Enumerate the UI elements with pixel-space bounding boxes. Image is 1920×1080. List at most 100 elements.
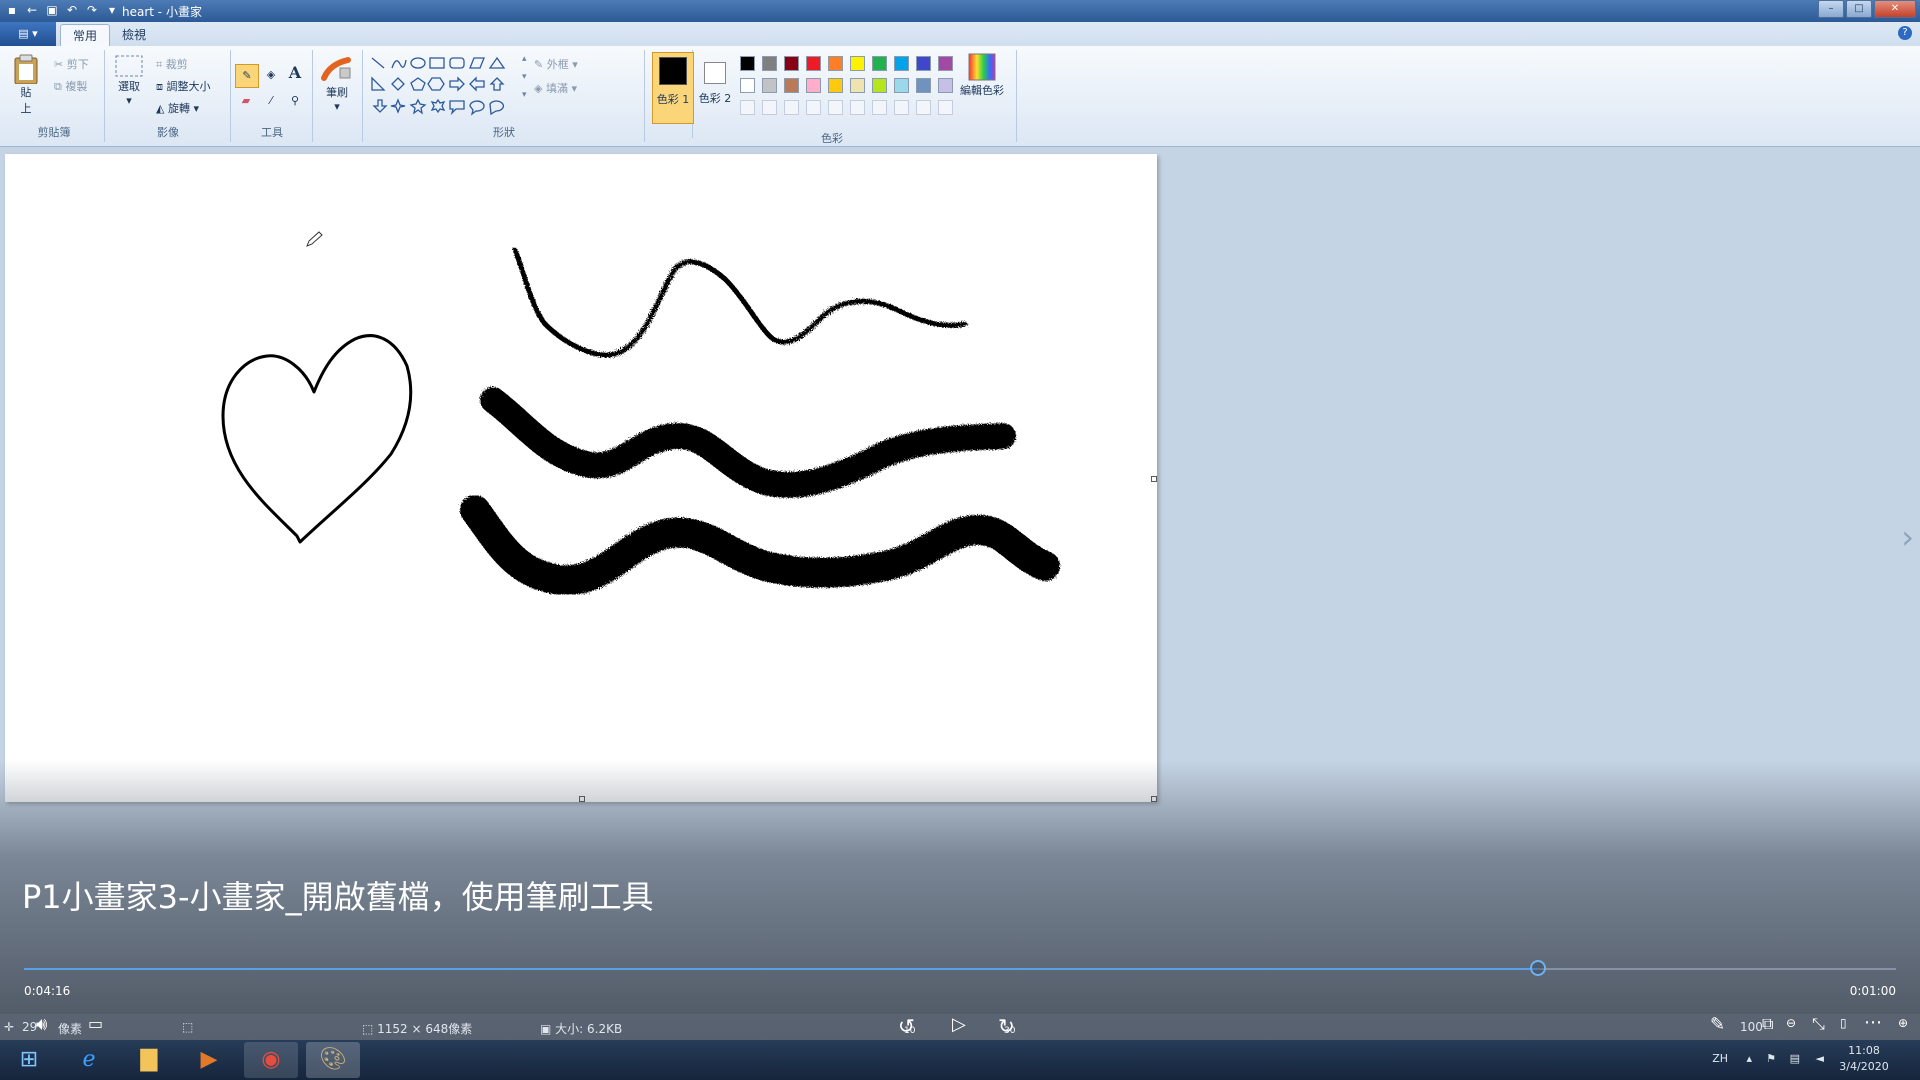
palette-empty-swatch[interactable] (872, 100, 887, 115)
palette-empty-swatch[interactable] (806, 100, 821, 115)
palette-swatch[interactable] (806, 78, 821, 93)
brushes-button[interactable]: 筆刷 ▾ (320, 54, 354, 113)
color-picker-tool-button[interactable]: ⁄ (260, 90, 282, 112)
network-icon[interactable]: ▤ (1790, 1052, 1800, 1065)
file-size: ▣ 大小: 6.2KB (540, 1022, 623, 1036)
palette-empty-swatch[interactable] (916, 100, 931, 115)
resize-handle-right[interactable] (1151, 476, 1157, 482)
tab-view[interactable]: 檢視 (110, 24, 158, 46)
minimize-button[interactable]: – (1818, 0, 1844, 18)
palette-swatch[interactable] (850, 78, 865, 93)
color1-button[interactable]: 色彩 1 (652, 52, 694, 124)
help-icon[interactable]: ? (1898, 26, 1912, 40)
zoom-in-icon[interactable]: ⊕ (1898, 1016, 1908, 1030)
eraser-tool-button[interactable]: ▰ (235, 90, 257, 112)
crop-button[interactable]: ⌗ 裁剪 (156, 56, 188, 72)
rotate-button[interactable]: ◭ 旋轉 ▾ (156, 100, 199, 116)
tray-expand-icon[interactable]: ▴ (1746, 1052, 1752, 1065)
resize-button[interactable]: ⧈ 調整大小 (156, 78, 211, 94)
volume-icon[interactable]: 🔊︎ (36, 1014, 47, 1035)
language-indicator[interactable]: ZH (1712, 1052, 1728, 1065)
taskbar-ie[interactable]: e (62, 1042, 116, 1078)
taskbar-explorer[interactable]: ▇ (122, 1042, 176, 1078)
speaker-icon[interactable]: ◄ (1816, 1052, 1824, 1065)
palette-swatch[interactable] (850, 56, 865, 71)
ribbon: 貼上 ✂ 剪下 ⧉ 複製 剪貼簿 選取 ▾ ⌗ 裁剪 ⧈ 調整大小 ◭ 旋轉 ▾… (0, 46, 1920, 147)
close-button[interactable]: ✕ (1874, 0, 1916, 18)
customize-qat-icon[interactable]: ▾ (104, 2, 120, 18)
palette-swatch[interactable] (762, 78, 777, 93)
start-button[interactable]: ⊞ (2, 1042, 56, 1078)
fill-tool-button[interactable]: ◈ (260, 64, 282, 86)
shapes-gallery[interactable] (370, 56, 522, 118)
pencil-tool-button[interactable]: ✎ (235, 64, 259, 88)
palette-empty-swatch[interactable] (894, 100, 909, 115)
redo-icon[interactable]: ↷ (84, 2, 100, 18)
shapes-scroll-up-icon[interactable]: ▴ (522, 54, 527, 64)
mini-view-icon[interactable]: ⧉ (1762, 1014, 1773, 1034)
tray-date[interactable]: 3/4/2020 (1834, 1060, 1894, 1073)
zoom-out-icon[interactable]: ⊖ (1786, 1016, 1796, 1030)
palette-empty-swatch[interactable] (828, 100, 843, 115)
play-icon[interactable]: ▷ (952, 1014, 966, 1035)
select-button[interactable]: 選取 ▾ (114, 54, 144, 107)
pen-icon[interactable]: ✎ (1710, 1014, 1725, 1035)
palette-swatch[interactable] (784, 78, 799, 93)
palette-empty-swatch[interactable] (938, 100, 953, 115)
palette-swatch[interactable] (828, 78, 843, 93)
undo-icon[interactable]: ↶ (64, 2, 80, 18)
copy-button[interactable]: ⧉ 複製 (54, 78, 87, 94)
palette-swatch[interactable] (828, 56, 843, 71)
action-center-flag-icon[interactable]: ⚑ (1766, 1052, 1776, 1065)
palette-empty-swatch[interactable] (784, 100, 799, 115)
outline-button[interactable]: ✎ 外框 ▾ (534, 56, 578, 72)
drawing-canvas[interactable] (5, 154, 1157, 802)
save-icon[interactable]: ▣ (44, 2, 60, 18)
maximize-button[interactable]: □ (1846, 0, 1872, 18)
palette-empty-swatch[interactable] (850, 100, 865, 115)
palette-swatch[interactable] (740, 78, 755, 93)
taskbar-media-player[interactable]: ▶ (182, 1042, 236, 1078)
palette-swatch[interactable] (938, 78, 953, 93)
quick-access-toolbar: ▪ ← ▣ ↶ ↷ ▾ (4, 2, 120, 18)
back-icon[interactable]: ← (24, 2, 40, 18)
text-tool-button[interactable]: A (284, 62, 306, 84)
tray-time[interactable]: 11:08 (1834, 1044, 1894, 1057)
palette-swatch[interactable] (806, 56, 821, 71)
palette-swatch[interactable] (938, 56, 953, 71)
palette-swatch[interactable] (872, 78, 887, 93)
palette-empty-swatch[interactable] (740, 100, 755, 115)
palette-swatch[interactable] (894, 56, 909, 71)
palette-swatch[interactable] (916, 56, 931, 71)
shapes-scroll-down-icon[interactable]: ▾ (522, 72, 527, 82)
palette-swatch[interactable] (894, 78, 909, 93)
copy-icon: ⧉ (54, 80, 62, 93)
time-current: 0:04:16 (24, 984, 71, 998)
subtitles-icon[interactable]: ▭ (88, 1014, 103, 1033)
next-arrow-icon[interactable]: › (1901, 518, 1914, 556)
app-menu-button[interactable]: ▤ ▾ (0, 22, 56, 46)
thick-brush-stroke-2 (460, 495, 1060, 596)
palette-empty-swatch[interactable] (762, 100, 777, 115)
color2-button[interactable]: 色彩 2 (696, 52, 734, 122)
paste-button[interactable]: 貼上 (12, 54, 40, 116)
cut-button[interactable]: ✂ 剪下 (54, 56, 89, 72)
shapes-expand-icon[interactable]: ▾ (522, 90, 527, 100)
tab-home[interactable]: 常用 (60, 24, 111, 47)
cut-label: 剪下 (66, 58, 89, 71)
pencil-icon: ✎ (242, 69, 252, 82)
palette-swatch[interactable] (762, 56, 777, 71)
more-options-icon[interactable]: ⋯ (1864, 1012, 1882, 1033)
palette-swatch[interactable] (784, 56, 799, 71)
zoom-slider-icon[interactable]: ▯ (1840, 1016, 1847, 1030)
palette-swatch[interactable] (740, 56, 755, 71)
magnifier-tool-button[interactable]: ⚲ (284, 90, 306, 112)
taskbar-chrome[interactable]: ◉ (244, 1042, 298, 1078)
taskbar-paint[interactable]: 🎨︎ (306, 1042, 360, 1078)
fill-button[interactable]: ◈ 填滿 ▾ (534, 80, 577, 96)
exit-fullscreen-icon[interactable]: ⤡ (1812, 1014, 1825, 1034)
palette-swatch[interactable] (916, 78, 931, 93)
tools-group-label: 工具 (261, 126, 283, 139)
edit-colors-button[interactable]: 編輯色彩 (958, 52, 1006, 98)
palette-swatch[interactable] (872, 56, 887, 71)
